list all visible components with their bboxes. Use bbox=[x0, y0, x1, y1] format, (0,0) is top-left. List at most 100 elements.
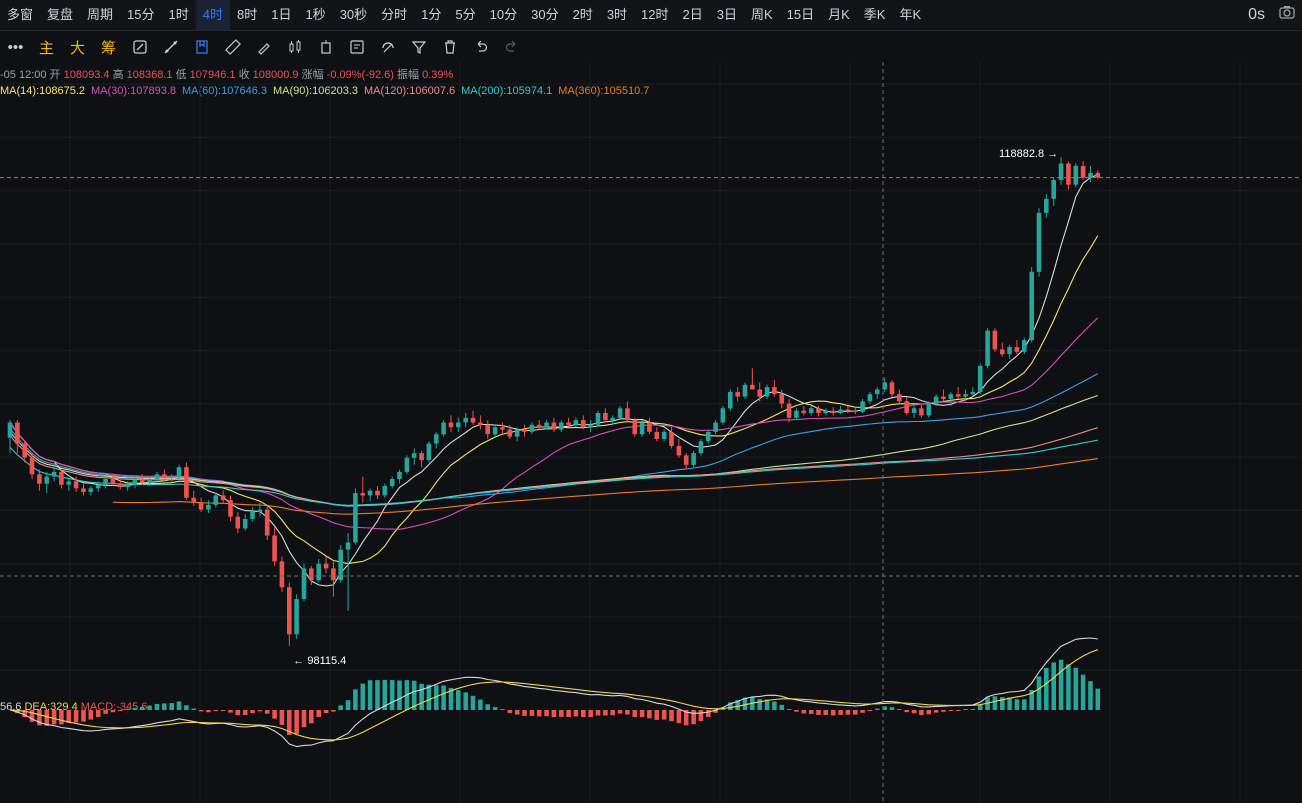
candle-body bbox=[257, 509, 263, 512]
macd-bar bbox=[933, 710, 939, 713]
period-0[interactable]: 多窗 bbox=[0, 0, 40, 30]
period-8[interactable]: 1秒 bbox=[298, 0, 332, 30]
macd-bar bbox=[88, 710, 94, 720]
position-tool-icon[interactable] bbox=[310, 33, 341, 61]
main-indicator-button[interactable]: 主 bbox=[31, 33, 62, 61]
candle-body bbox=[735, 391, 740, 397]
candles bbox=[7, 156, 1101, 646]
period-9[interactable]: 30秒 bbox=[333, 0, 374, 30]
macd-bar bbox=[44, 710, 50, 726]
indicator-settings-icon[interactable] bbox=[124, 33, 155, 61]
candle-body bbox=[603, 413, 608, 421]
macd-bar bbox=[1051, 662, 1056, 710]
macd-bar bbox=[853, 710, 858, 715]
macd-bar bbox=[661, 710, 667, 720]
candle-body bbox=[426, 443, 432, 461]
filter-icon[interactable] bbox=[403, 33, 434, 61]
ma-line-120 bbox=[9, 427, 1098, 507]
candle-body bbox=[875, 389, 880, 395]
candle-body bbox=[463, 417, 468, 423]
candle-body bbox=[1066, 163, 1071, 185]
period-5[interactable]: 4时 bbox=[195, 0, 230, 30]
period-12[interactable]: 5分 bbox=[448, 0, 482, 30]
macd-bar bbox=[426, 684, 432, 710]
more-icon[interactable]: ••• bbox=[0, 33, 31, 61]
undo-icon[interactable] bbox=[465, 33, 496, 61]
chip-distribution-button[interactable]: 筹 bbox=[93, 33, 124, 61]
macd-bar bbox=[1014, 699, 1020, 710]
candle-body bbox=[691, 453, 696, 465]
bookmark-tool-icon[interactable] bbox=[186, 33, 217, 61]
period-20[interactable]: 周K bbox=[744, 0, 780, 30]
candle-body bbox=[37, 474, 42, 484]
period-18[interactable]: 2日 bbox=[676, 0, 710, 30]
chart-grid bbox=[0, 62, 1302, 803]
brush-tool-icon[interactable] bbox=[248, 33, 279, 61]
candle-body bbox=[456, 422, 461, 428]
macd-bar bbox=[808, 710, 814, 714]
candle-body bbox=[955, 394, 961, 397]
period-16[interactable]: 3时 bbox=[600, 0, 634, 30]
macd-bar bbox=[367, 680, 373, 710]
period-14[interactable]: 30分 bbox=[524, 0, 565, 30]
line-tool-icon[interactable] bbox=[155, 33, 186, 61]
magnet-tool-icon[interactable] bbox=[372, 33, 403, 61]
period-2[interactable]: 周期 bbox=[80, 0, 120, 30]
period-10[interactable]: 分时 bbox=[374, 0, 414, 30]
period-19[interactable]: 3日 bbox=[710, 0, 744, 30]
macd-bar bbox=[757, 699, 762, 710]
redo-icon[interactable] bbox=[496, 33, 527, 61]
macd-bar bbox=[316, 710, 321, 718]
candle-tool-icon[interactable] bbox=[279, 33, 310, 61]
candle-body bbox=[132, 480, 138, 485]
macd-bar bbox=[220, 710, 226, 711]
note-tool-icon[interactable] bbox=[341, 33, 372, 61]
period-7[interactable]: 1日 bbox=[264, 0, 298, 30]
macd-bar bbox=[235, 710, 241, 716]
period-1[interactable]: 复盘 bbox=[40, 0, 80, 30]
period-3[interactable]: 15分 bbox=[120, 0, 161, 30]
macd-bar bbox=[617, 710, 623, 714]
macd-bar bbox=[955, 710, 961, 711]
macd-bar bbox=[963, 709, 968, 710]
macd-bar bbox=[786, 709, 792, 710]
drawing-toolbar: ••• 主 大 筹 bbox=[0, 31, 1302, 63]
macd-bar bbox=[514, 710, 520, 715]
period-17[interactable]: 12时 bbox=[634, 0, 675, 30]
period-13[interactable]: 10分 bbox=[483, 0, 524, 30]
period-6[interactable]: 8时 bbox=[230, 0, 264, 30]
macd-bar bbox=[492, 707, 498, 710]
period-11[interactable]: 1分 bbox=[414, 0, 448, 30]
macd-bar bbox=[176, 701, 182, 710]
macd-bar bbox=[992, 696, 998, 710]
period-4[interactable]: 1时 bbox=[162, 0, 196, 30]
candle-body bbox=[514, 429, 520, 437]
candle-body bbox=[294, 599, 299, 635]
period-22[interactable]: 月K bbox=[821, 0, 857, 30]
macd-bar bbox=[389, 680, 395, 710]
candle-body bbox=[404, 457, 410, 472]
period-23[interactable]: 季K bbox=[857, 0, 893, 30]
candle-body bbox=[706, 431, 711, 442]
macd-bar bbox=[654, 710, 660, 720]
macd-bar bbox=[522, 710, 527, 716]
macd-bar bbox=[845, 710, 851, 715]
macd-bar bbox=[441, 685, 446, 710]
macd-bar bbox=[132, 707, 138, 710]
macd-bar bbox=[118, 710, 123, 712]
candle-body bbox=[794, 410, 799, 418]
camera-icon[interactable] bbox=[1272, 0, 1302, 30]
trash-icon[interactable] bbox=[434, 33, 465, 61]
refresh-interval[interactable]: 0s bbox=[1241, 0, 1272, 30]
macd-bar bbox=[419, 683, 424, 710]
candlestick-chart[interactable]: 118882.8 → ← 98115.4 bbox=[0, 62, 1302, 803]
period-24[interactable]: 年K bbox=[892, 0, 928, 30]
macd-bar bbox=[147, 705, 152, 710]
large-order-button[interactable]: 大 bbox=[62, 33, 93, 61]
candle-body bbox=[830, 410, 836, 414]
candle-body bbox=[264, 509, 270, 536]
period-15[interactable]: 2时 bbox=[566, 0, 600, 30]
period-21[interactable]: 15日 bbox=[780, 0, 821, 30]
ruler-tool-icon[interactable] bbox=[217, 33, 248, 61]
candle-body bbox=[191, 497, 196, 503]
